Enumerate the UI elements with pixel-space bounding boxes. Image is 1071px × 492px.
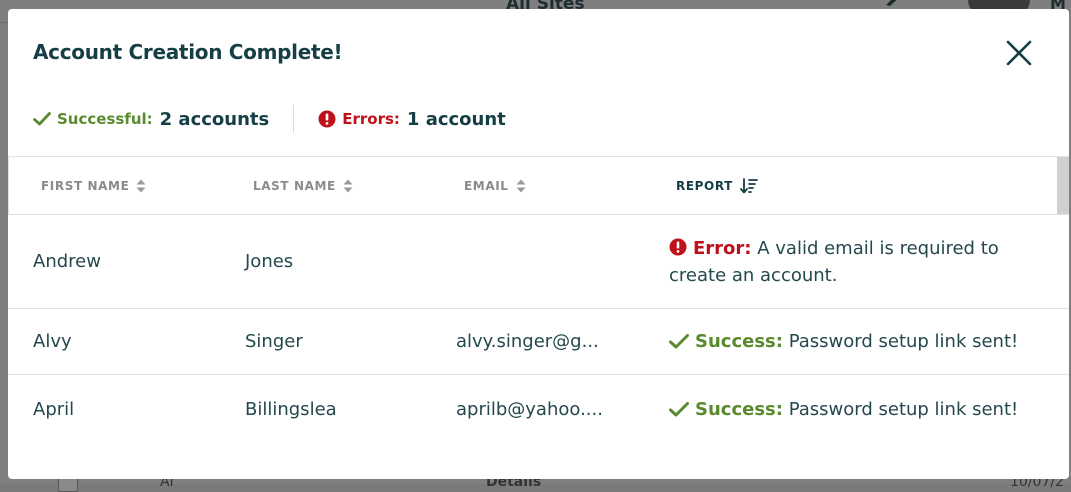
report-message: A valid email is required to — [757, 237, 999, 259]
report-message: Password setup link sent! — [788, 398, 1019, 420]
email-cell: aprilb@yahoo.... — [456, 398, 603, 420]
results-table: FIRST NAME LAST NAME EMAIL REPORT Andrew… — [8, 156, 1069, 443]
error-icon — [669, 238, 687, 255]
report-cell: Error: A valid email is required to crea… — [669, 215, 999, 308]
last-name-cell: Billingslea — [245, 398, 337, 420]
sort-updown-icon — [343, 179, 353, 192]
account-creation-modal: Account Creation Complete! Successful: 2… — [8, 9, 1069, 479]
column-header-email[interactable]: EMAIL — [464, 157, 526, 214]
first-name-cell: Andrew — [33, 251, 101, 272]
email-cell: alvy.singer@g... — [456, 331, 599, 352]
successful-label: Successful: — [57, 110, 153, 128]
table-header: FIRST NAME LAST NAME EMAIL REPORT — [8, 156, 1069, 215]
report-cell: Success: Password setup link sent! — [669, 309, 1018, 374]
sort-updown-icon — [136, 179, 146, 192]
status-label: Success: — [695, 331, 783, 352]
errors-value: 1 account — [406, 108, 506, 130]
first-name-cell: April — [33, 398, 75, 420]
check-icon — [33, 112, 51, 126]
close-icon[interactable] — [1005, 39, 1033, 67]
summary-successful: Successful: 2 accounts — [33, 109, 269, 130]
column-header-last-name[interactable]: LAST NAME — [253, 157, 353, 214]
summary-bar: Successful: 2 accounts Errors: 1 account — [33, 105, 506, 133]
scrollbar[interactable] — [1057, 157, 1069, 214]
check-icon — [669, 334, 689, 349]
summary-divider — [293, 105, 295, 133]
first-name-cell: Alvy — [33, 331, 72, 352]
sort-updown-icon — [516, 179, 526, 192]
status-label: Error: — [693, 237, 752, 259]
status-label: Success: — [695, 398, 783, 420]
error-icon — [318, 110, 336, 128]
report-cell: Success: Password setup link sent! — [669, 375, 1018, 443]
pencil-icon — [886, 0, 897, 6]
table-row: April Billingslea aprilb@yahoo.... Succe… — [8, 375, 1069, 443]
sort-desc-icon — [740, 177, 758, 193]
successful-value: 2 accounts — [159, 108, 270, 130]
report-message-line2: create an account. — [669, 264, 838, 286]
table-row: Alvy Singer alvy.singer@g... Success: Pa… — [8, 309, 1069, 375]
background-checkbox — [58, 478, 78, 492]
table-row: Andrew Jones Error: A valid email is req… — [8, 215, 1069, 309]
errors-label: Errors: — [342, 110, 400, 128]
column-header-report[interactable]: REPORT — [676, 157, 758, 214]
modal-title: Account Creation Complete! — [33, 40, 343, 64]
check-icon — [669, 401, 689, 416]
column-header-first-name[interactable]: FIRST NAME — [41, 157, 146, 214]
last-name-cell: Singer — [245, 331, 303, 352]
report-message: Password setup link sent! — [788, 331, 1019, 352]
last-name-cell: Jones — [245, 251, 294, 272]
summary-errors: Errors: 1 account — [318, 109, 506, 130]
